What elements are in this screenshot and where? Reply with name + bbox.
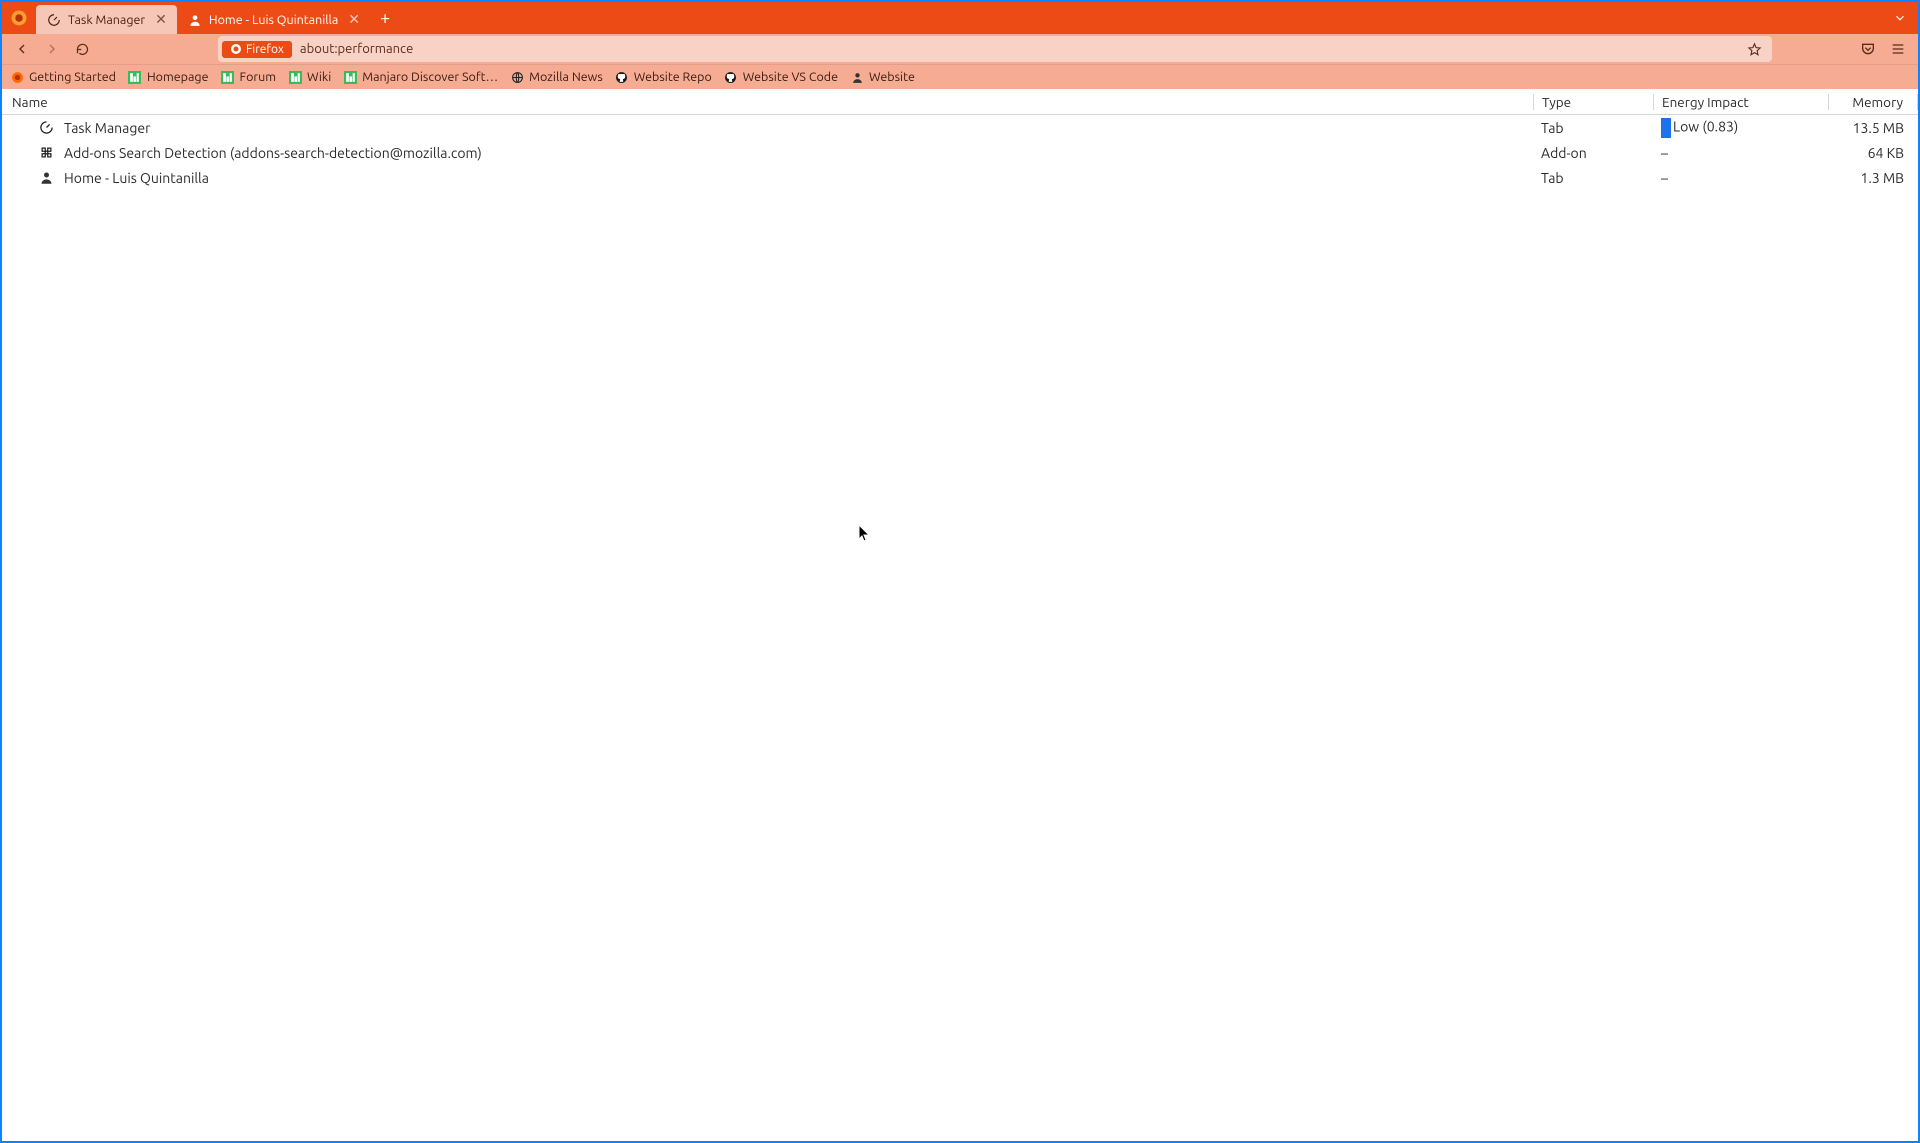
bookmark-label: Website [869, 70, 915, 84]
tab-label: Task Manager [68, 13, 145, 27]
gauge-icon [46, 12, 62, 28]
table-row[interactable]: Home - Luis Quintanilla Tab – 1.3 MB [2, 165, 1918, 190]
bookmark-label: Mozilla News [529, 70, 603, 84]
close-icon[interactable]: ✕ [155, 11, 167, 28]
url-text: about:performance [300, 42, 413, 56]
person-icon [187, 12, 203, 28]
bookmark-label: Website VS Code [743, 70, 838, 84]
forward-button[interactable] [38, 36, 66, 62]
url-bar[interactable]: Firefox about:performance [218, 36, 1772, 62]
identity-badge[interactable]: Firefox [222, 41, 292, 58]
row-energy: – [1653, 145, 1828, 161]
person-icon [850, 70, 864, 84]
bookmark-label: Getting Started [29, 70, 116, 84]
puzzle-icon [38, 145, 54, 161]
gauge-icon [38, 120, 54, 136]
tab-home-luis[interactable]: Home - Luis Quintanilla ✕ [177, 5, 370, 34]
row-name: Home - Luis Quintanilla [64, 170, 209, 186]
column-name[interactable]: Name [2, 94, 1533, 110]
row-energy: Low (0.83) [1653, 118, 1828, 138]
firefox-app-icon [2, 2, 36, 34]
bookmark-forum[interactable]: Forum [221, 70, 277, 84]
tab-strip: Task Manager ✕ Home - Luis Quintanilla ✕… [2, 2, 1918, 34]
bookmark-getting-started[interactable]: Getting Started [10, 70, 116, 84]
bookmark-label: Forum [240, 70, 277, 84]
bookmark-mozilla-news[interactable]: Mozilla News [510, 70, 603, 84]
tab-task-manager[interactable]: Task Manager ✕ [36, 5, 177, 34]
new-tab-button[interactable]: + [370, 2, 400, 34]
github-icon [724, 70, 738, 84]
save-to-pocket-button[interactable] [1854, 36, 1882, 62]
column-energy-impact[interactable]: Energy Impact [1653, 94, 1828, 110]
row-energy: – [1653, 170, 1828, 186]
firefox-icon [10, 70, 24, 84]
bookmark-label: Wiki [307, 70, 331, 84]
row-name: Task Manager [64, 120, 150, 136]
bookmark-wiki[interactable]: Wiki [288, 70, 331, 84]
bookmark-website-repo[interactable]: Website Repo [615, 70, 712, 84]
back-button[interactable] [8, 36, 36, 62]
person-icon [38, 170, 54, 186]
manjaro-icon [221, 70, 235, 84]
bookmark-label: Website Repo [634, 70, 712, 84]
github-icon [615, 70, 629, 84]
manjaro-icon [128, 70, 142, 84]
task-manager-content: Name Type Energy Impact Memory Task Mana… [2, 89, 1918, 1141]
row-name: Add-ons Search Detection (addons-search-… [64, 145, 482, 161]
manjaro-icon [288, 70, 302, 84]
row-type: Tab [1533, 170, 1653, 186]
identity-label: Firefox [246, 43, 284, 56]
table-header: Name Type Energy Impact Memory [2, 89, 1918, 115]
row-memory: 64 KB [1828, 145, 1918, 161]
bookmark-website[interactable]: Website [850, 70, 915, 84]
app-menu-button[interactable] [1884, 36, 1912, 62]
bookmarks-toolbar: Getting Started Homepage Forum Wiki Manj… [2, 64, 1918, 89]
energy-bar [1661, 118, 1671, 138]
bookmark-discover[interactable]: Manjaro Discover Soft… [343, 70, 498, 84]
row-memory: 13.5 MB [1828, 120, 1918, 136]
table-row[interactable]: Task Manager Tab Low (0.83) 13.5 MB [2, 115, 1918, 140]
reload-button[interactable] [68, 36, 96, 62]
bookmark-website-vscode[interactable]: Website VS Code [724, 70, 838, 84]
bookmark-homepage[interactable]: Homepage [128, 70, 209, 84]
column-memory[interactable]: Memory [1828, 94, 1918, 110]
manjaro-icon [343, 70, 357, 84]
list-all-tabs-button[interactable] [1882, 2, 1918, 34]
nav-toolbar: Firefox about:performance [2, 34, 1918, 64]
table-row[interactable]: Add-ons Search Detection (addons-search-… [2, 140, 1918, 165]
row-memory: 1.3 MB [1828, 170, 1918, 186]
tab-label: Home - Luis Quintanilla [209, 13, 338, 27]
bookmark-label: Homepage [147, 70, 209, 84]
close-icon[interactable]: ✕ [348, 11, 360, 28]
column-type[interactable]: Type [1533, 94, 1653, 110]
bookmark-star-button[interactable] [1741, 42, 1768, 57]
row-type: Add-on [1533, 145, 1653, 161]
globe-icon [510, 70, 524, 84]
bookmark-label: Manjaro Discover Soft… [362, 70, 498, 84]
row-type: Tab [1533, 120, 1653, 136]
